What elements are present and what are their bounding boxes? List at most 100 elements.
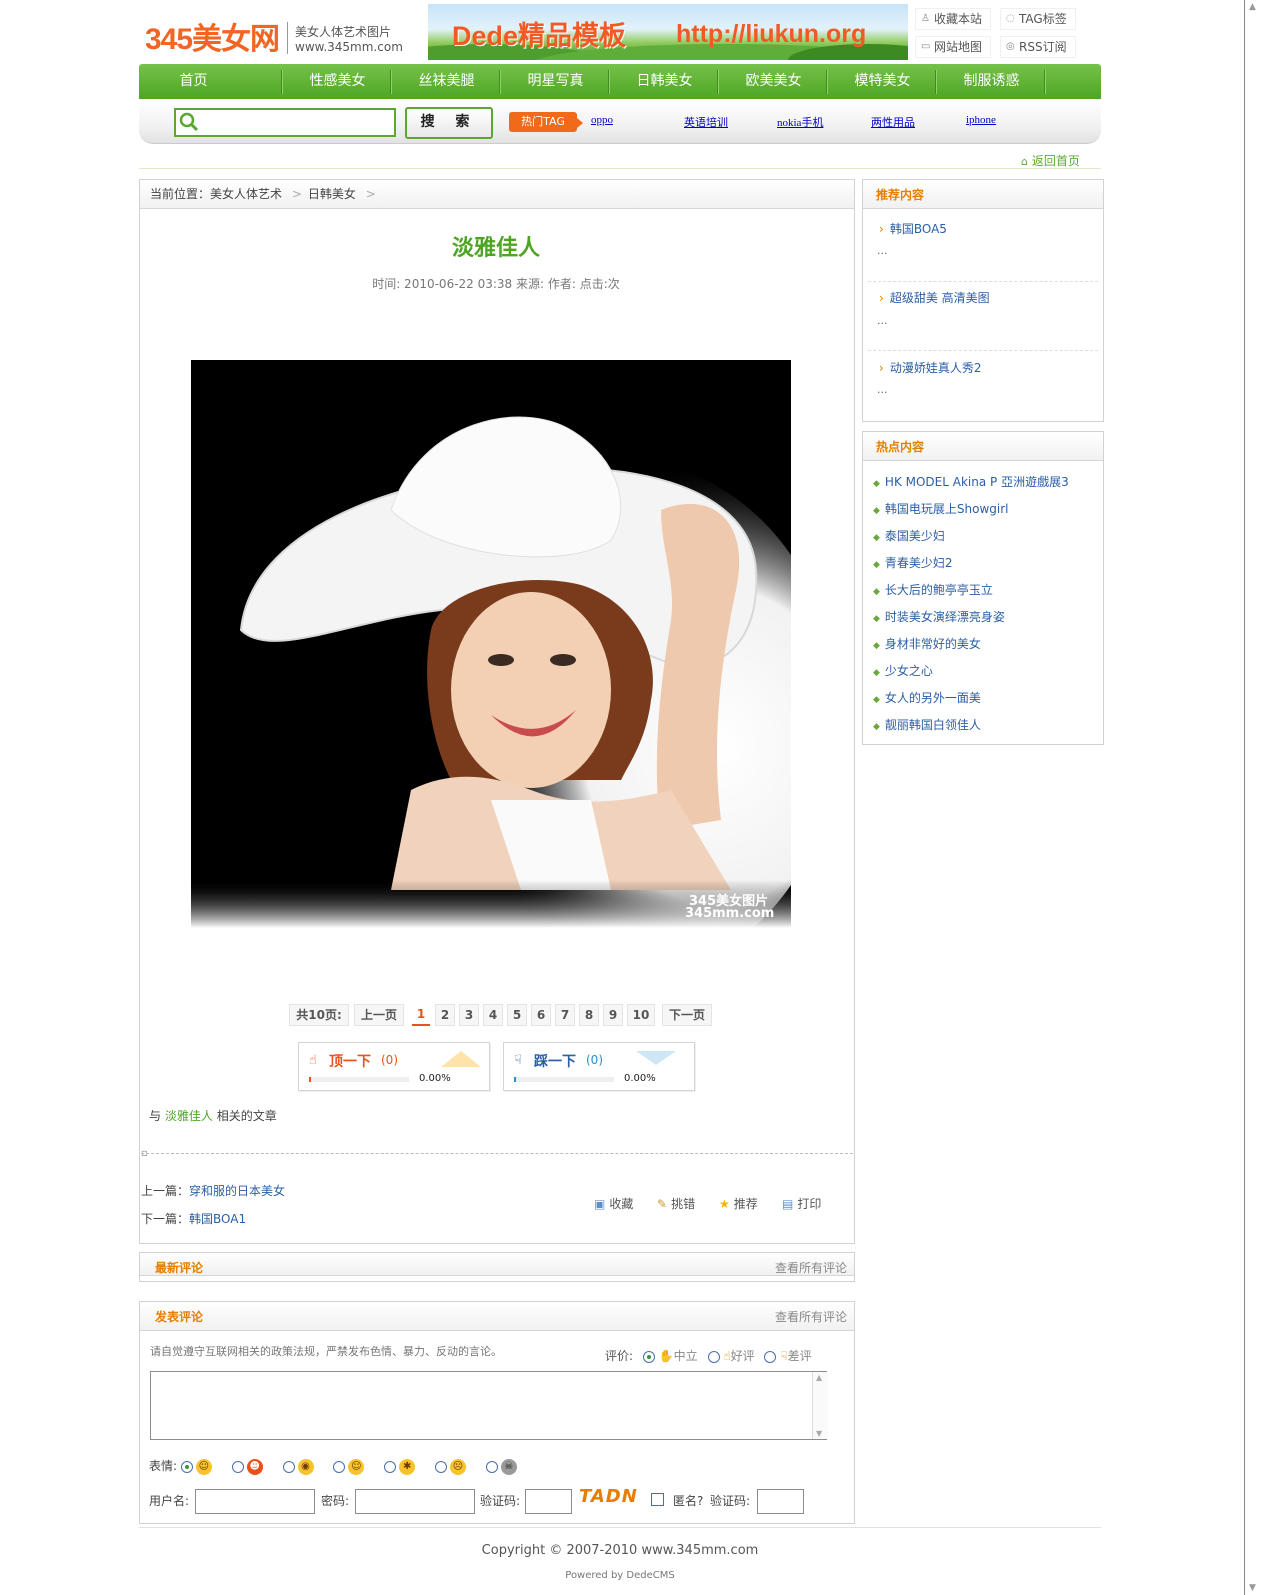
anonymous-checkbox[interactable] xyxy=(651,1493,664,1506)
username-input[interactable] xyxy=(195,1489,315,1514)
hot-link-oppo[interactable]: oppo xyxy=(591,114,613,126)
page-scrollbar[interactable]: ▲ ▼ xyxy=(1244,0,1263,1595)
search-button[interactable]: 搜 索 xyxy=(405,107,493,139)
nav-item-stars[interactable]: 明星写真 xyxy=(501,64,610,99)
emoticon-radio-5[interactable] xyxy=(384,1460,397,1473)
hot-item[interactable]: ◆ 靓丽韩国白领佳人 xyxy=(873,716,981,733)
search-input[interactable] xyxy=(174,108,396,137)
hot-item[interactable]: ◆ 韩国电玩展上Showgirl xyxy=(873,500,1009,517)
hot-link-adult[interactable]: 两性用品 xyxy=(871,114,915,130)
nav-item-home[interactable]: 首页 xyxy=(139,64,248,99)
vote-up-box[interactable]: ☝ 顶一下 (0) 0.00% xyxy=(298,1042,490,1091)
hot-item-title: 韩国电玩展上Showgirl xyxy=(884,502,1009,516)
rss-link[interactable]: ◎ RSS订阅 xyxy=(1000,36,1076,58)
pager-page-10[interactable]: 10 xyxy=(627,1004,655,1026)
hot-link-nokia[interactable]: nokia手机 xyxy=(777,114,823,130)
rating-bad-radio[interactable] xyxy=(764,1350,777,1363)
nav-item-uniform[interactable]: 制服诱惑 xyxy=(937,64,1046,99)
recommend-item-title: 动漫娇娃真人秀2 xyxy=(889,361,982,375)
pager-page-4[interactable]: 4 xyxy=(483,1004,503,1026)
pager-page-8[interactable]: 8 xyxy=(579,1004,599,1026)
hot-item[interactable]: ◆ 时装美女演绎漂亮身姿 xyxy=(873,608,1005,625)
report-error-action[interactable]: ✎ 挑错 xyxy=(657,1195,695,1212)
captcha-image[interactable]: TADN xyxy=(579,1486,637,1510)
nav-item-western[interactable]: 欧美美女 xyxy=(719,64,828,99)
breadcrumb-item-subcategory[interactable]: 日韩美女 xyxy=(308,187,356,201)
article-photo[interactable] xyxy=(191,360,791,928)
ad-banner[interactable]: Dede精品模板 http://liukun.org xyxy=(428,4,908,60)
hot-item[interactable]: ◆ 长大后的鲍亭亭玉立 xyxy=(873,581,993,598)
password-input[interactable] xyxy=(355,1489,475,1514)
recommend-action[interactable]: ★ 推荐 xyxy=(719,1195,758,1212)
recommend-item[interactable]: › 超级甜美 高清美图 xyxy=(879,289,990,306)
bookmark-link[interactable]: ♙ 收藏本站 xyxy=(915,8,992,30)
favorite-action[interactable]: ▣ 收藏 xyxy=(594,1195,633,1212)
nav-item-models[interactable]: 模特美女 xyxy=(828,64,937,99)
hot-item[interactable]: ◆ 青春美少妇2 xyxy=(873,554,953,571)
hot-item[interactable]: ◆ 女人的另外一面美 xyxy=(873,689,981,706)
thumbs-down-icon: ☟ xyxy=(514,1053,522,1068)
pager-page-9[interactable]: 9 xyxy=(603,1004,623,1026)
next-article: 下一篇：韩国BOA1 xyxy=(141,1210,246,1227)
site-logo[interactable]: 345美女网 xyxy=(145,14,280,58)
sitemap-link[interactable]: ▭ 网站地图 xyxy=(915,36,992,58)
emoticon-radio-3[interactable] xyxy=(282,1460,295,1473)
map-icon: ▭ xyxy=(921,41,931,52)
pager-page-5[interactable]: 5 xyxy=(507,1004,527,1026)
related-prefix: 与 xyxy=(149,1109,162,1123)
hot-item[interactable]: ◆ HK MODEL Akina P 亞洲遊戲展3 xyxy=(873,473,1069,490)
captcha-input[interactable] xyxy=(525,1489,572,1514)
pager-prev[interactable]: 上一页 xyxy=(354,1004,404,1026)
search-icon xyxy=(179,112,199,132)
hot-item[interactable]: ◆ 泰国美少妇 xyxy=(873,527,945,544)
prev-article-link[interactable]: 穿和服的日本美女 xyxy=(189,1184,285,1198)
hot-item[interactable]: ◆ 身材非常好的美女 xyxy=(873,635,981,652)
tag-link[interactable]: ◌ TAG标签 xyxy=(1000,8,1076,30)
nav-item-stockings[interactable]: 丝袜美腿 xyxy=(392,64,501,99)
emoticon-radio-1[interactable] xyxy=(180,1460,193,1473)
rating-neutral-radio[interactable] xyxy=(642,1350,655,1363)
neutral-hand-icon: ✋ xyxy=(658,1349,674,1363)
rating-good-radio[interactable] xyxy=(707,1350,720,1363)
rss-icon: ◎ xyxy=(1006,41,1015,52)
recommend-item[interactable]: › 韩国BOA5 xyxy=(879,220,947,237)
breadcrumb-item-category[interactable]: 美女人体艺术 xyxy=(210,187,282,201)
nav-item-sexy[interactable]: 性感美女 xyxy=(283,64,392,99)
favorite-icon: ▣ xyxy=(594,1197,606,1211)
pager-next[interactable]: 下一页 xyxy=(662,1004,712,1026)
nav-item-asia[interactable]: 日韩美女 xyxy=(610,64,719,99)
vote-up-bar xyxy=(309,1077,409,1082)
hot-item[interactable]: ◆ 少女之心 xyxy=(873,662,933,679)
pager-page-1[interactable]: 1 xyxy=(412,1004,430,1026)
textarea-scrollbar[interactable]: ▲ ▼ xyxy=(812,1372,828,1439)
bullet-icon: ◆ xyxy=(873,560,880,570)
pager-page-3[interactable]: 3 xyxy=(459,1004,479,1026)
print-action[interactable]: ▤ 打印 xyxy=(782,1195,821,1212)
bullet-icon: ◆ xyxy=(873,668,880,678)
breadcrumb-sep: > xyxy=(291,187,302,201)
emoticon-radio-6[interactable] xyxy=(435,1460,448,1473)
breadcrumb-prefix: 当前位置： xyxy=(150,187,211,201)
hot-link-english[interactable]: 英语培训 xyxy=(684,114,728,130)
comment-textarea[interactable] xyxy=(150,1371,827,1440)
next-article-link[interactable]: 韩国BOA1 xyxy=(189,1212,246,1226)
vote-up-percent: 0.00% xyxy=(419,1073,451,1084)
emoticon-radio-7[interactable] xyxy=(485,1460,498,1473)
emoticon-radio-2[interactable] xyxy=(231,1460,244,1473)
related-keyword[interactable]: 淡雅佳人 xyxy=(165,1109,213,1123)
breadcrumb: 当前位置：美女人体艺术 > 日韩美女 > xyxy=(150,185,382,202)
emoticon-radio-4[interactable] xyxy=(333,1460,346,1473)
pager-page-2[interactable]: 2 xyxy=(435,1004,455,1026)
scroll-up-arrow-icon[interactable]: ▲ xyxy=(1249,2,1256,12)
scroll-down-arrow-icon[interactable]: ▼ xyxy=(1249,1583,1256,1593)
pager-page-7[interactable]: 7 xyxy=(555,1004,575,1026)
view-all-comments-link[interactable]: 查看所有评论 xyxy=(775,1259,847,1276)
pager-page-6[interactable]: 6 xyxy=(531,1004,551,1026)
captcha-input-2[interactable] xyxy=(757,1489,804,1514)
recommend-item[interactable]: › 动漫娇娃真人秀2 xyxy=(879,359,981,376)
view-all-comments-link-2[interactable]: 查看所有评论 xyxy=(775,1308,847,1325)
vote-down-box[interactable]: ☟ 踩一下 (0) 0.00% xyxy=(503,1042,695,1091)
back-home-link[interactable]: ⌂ 返回首页 xyxy=(1021,152,1080,169)
comment-notice: 请自觉遵守互联网相关的政策法规，严禁发布色情、暴力、反动的言论。 xyxy=(150,1345,502,1358)
hot-link-iphone[interactable]: iphone xyxy=(966,114,996,126)
